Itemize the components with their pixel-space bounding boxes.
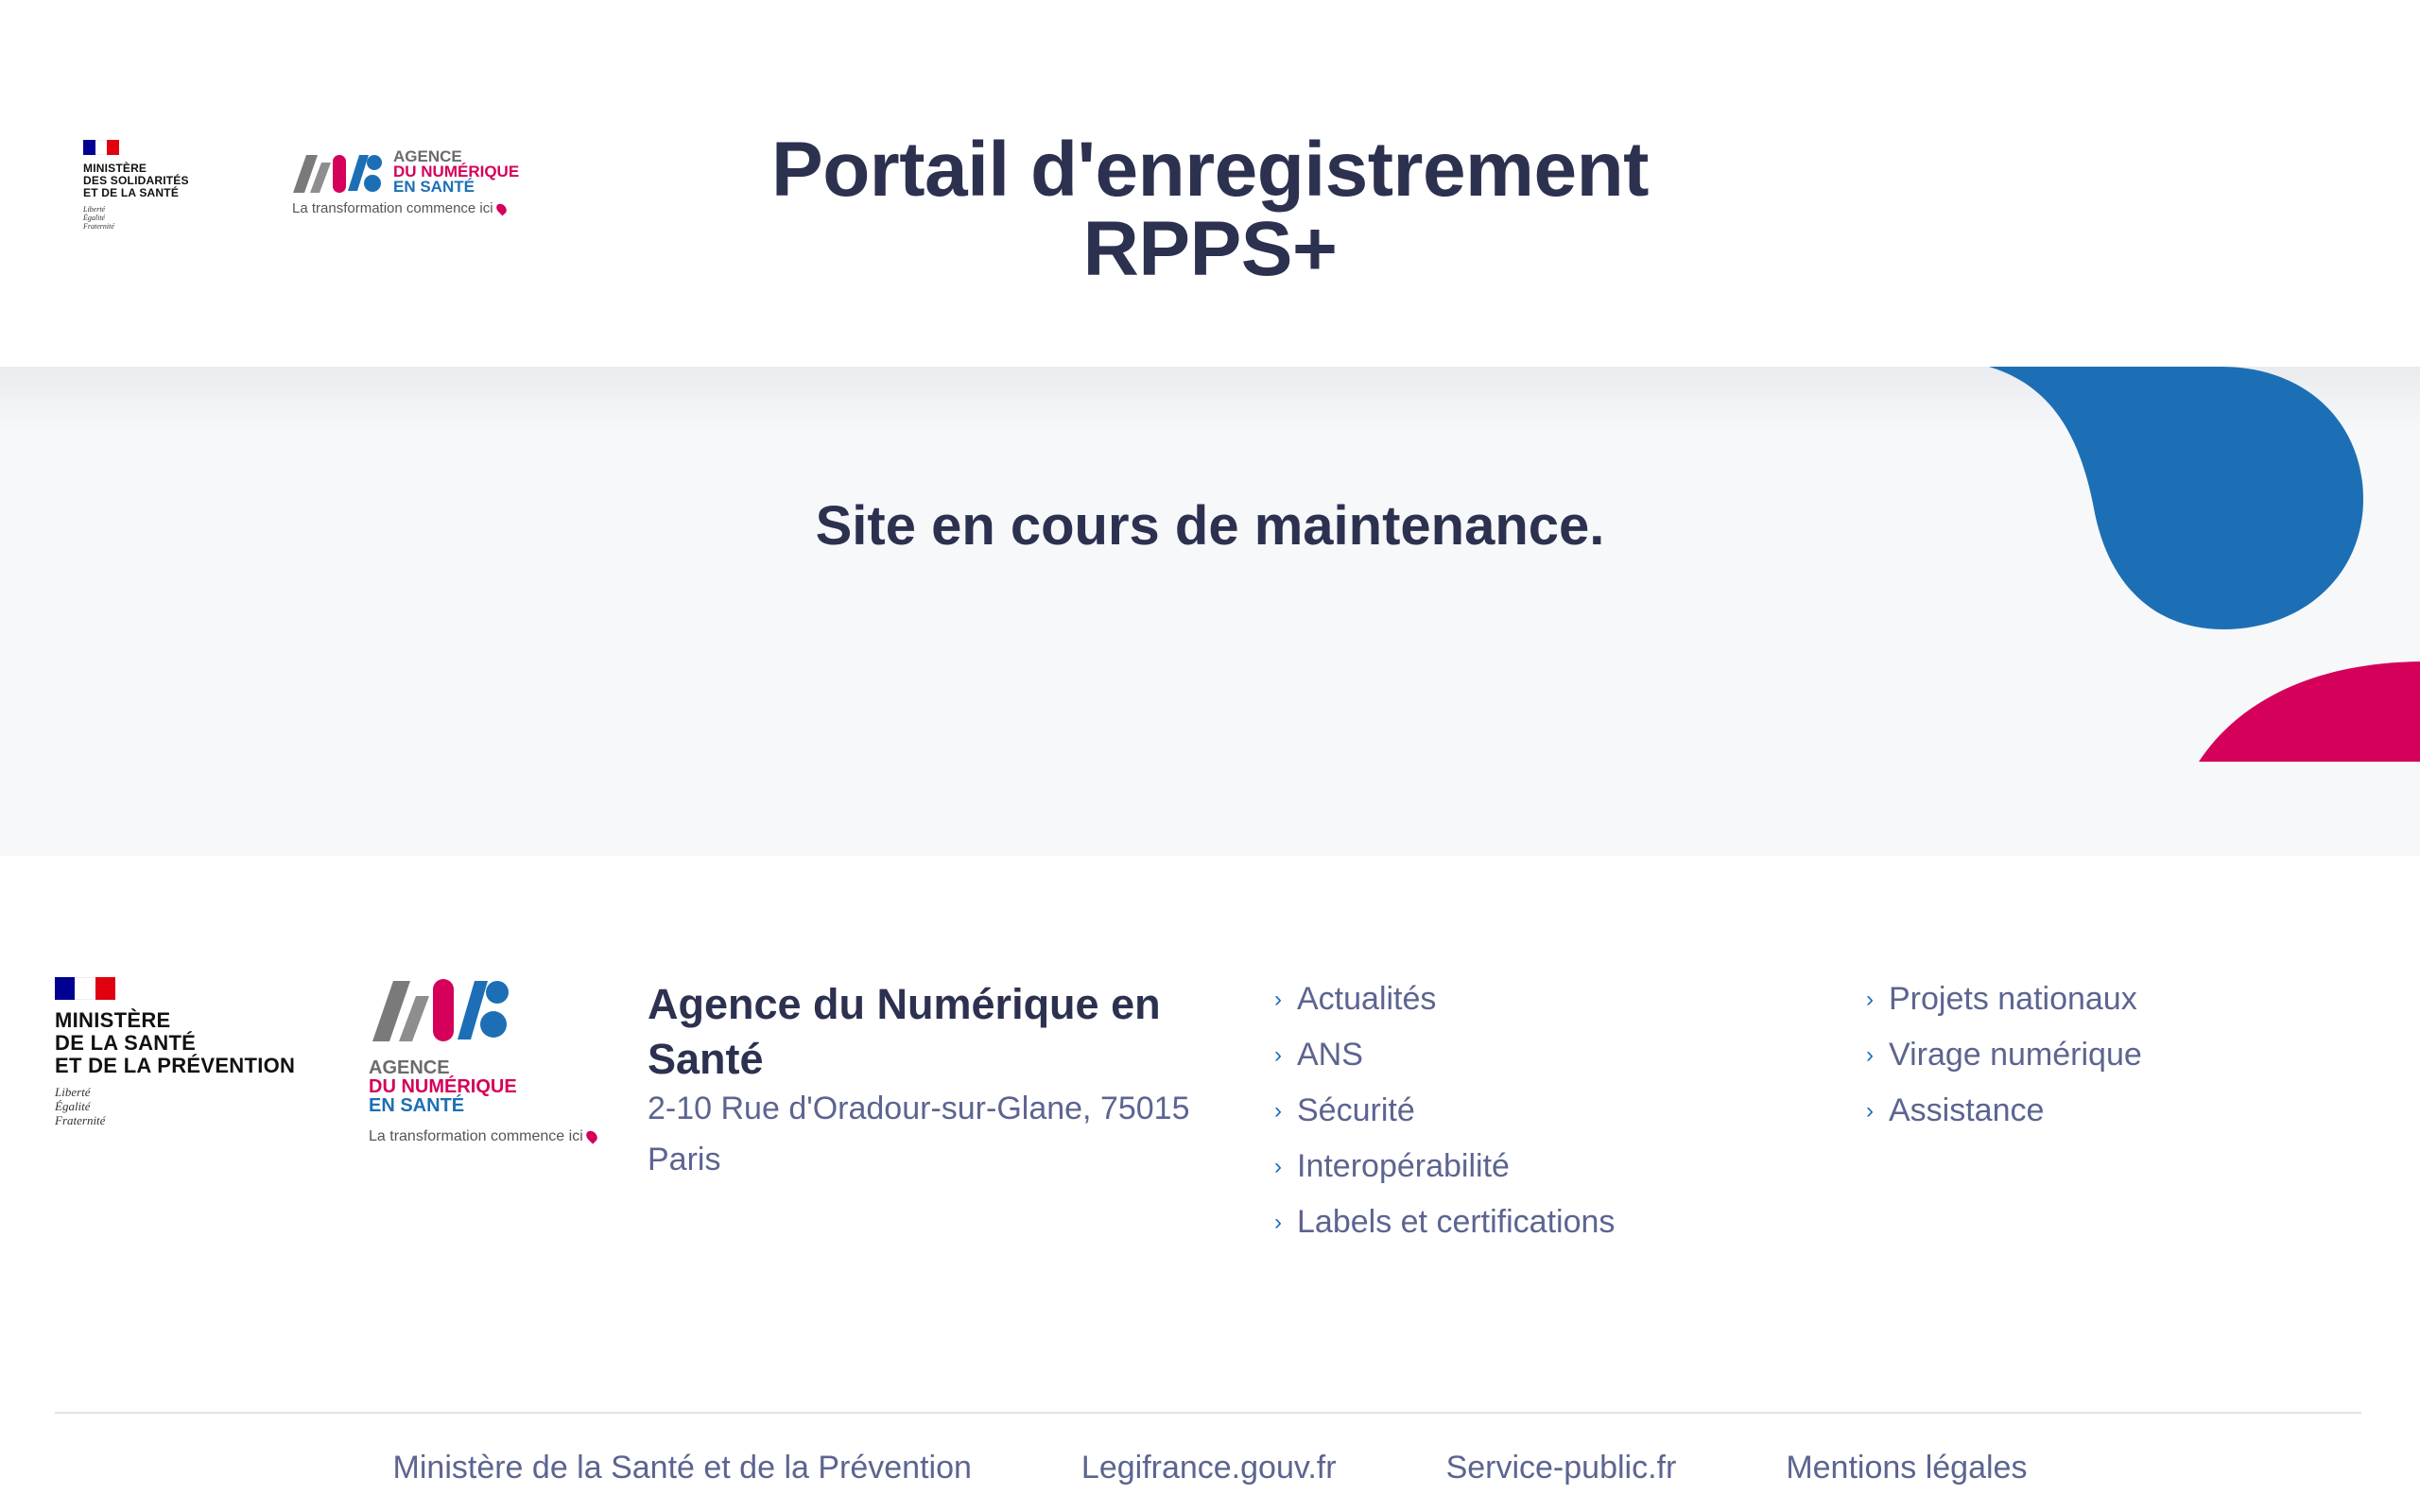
page-title: Portail d'enregistrement RPPS+: [771, 127, 1649, 292]
footer-divider: [55, 1412, 2361, 1414]
footer-link-assistance[interactable]: › Assistance: [1866, 1083, 2142, 1139]
footer-link-mentions-legales[interactable]: Mentions légales: [1786, 1450, 2027, 1486]
footer-link-virage-numerique[interactable]: › Virage numérique: [1866, 1027, 2142, 1083]
footer-link-ans[interactable]: › ANS: [1274, 1027, 1615, 1083]
footer-link-service-public[interactable]: Service-public.fr: [1446, 1450, 1677, 1486]
footer-ministry-logo[interactable]: MINISTÈRE DE LA SANTÉ ET DE LA PRÉVENTIO…: [55, 977, 338, 1127]
agency-address: 2-10 Rue d'Oradour-sur-Glane, 75015 Pari…: [648, 1091, 1190, 1177]
chevron-right-icon: ›: [1274, 1098, 1282, 1124]
pin-icon: [493, 201, 509, 216]
footer-link-actualites[interactable]: › Actualités: [1274, 971, 1615, 1027]
footer-links-column-2: › Projets nationaux › Virage numérique › As…: [1866, 971, 2142, 1139]
chevron-right-icon: ›: [1274, 987, 1282, 1012]
footer-link-labels-certifications[interactable]: › Labels et certifications: [1274, 1194, 1615, 1250]
chevron-right-icon: ›: [1866, 1042, 1874, 1068]
pin-icon: [583, 1128, 599, 1144]
ans-wordmark: AGENCE DU NUMÉRIQUE EN SANTÉ: [393, 147, 520, 196]
ministry-name: MINISTÈRE DES SOLIDARITÉS ET DE LA SANTÉ: [83, 162, 189, 199]
footer-ans-wordmark: AGENCE DU NUMÉRIQUE EN SANTÉ: [369, 1057, 517, 1116]
footer-ans-logo[interactable]: AGENCE DU NUMÉRIQUE EN SANTÉ La transfor…: [367, 975, 599, 1144]
maintenance-section: Site en cours de maintenance.: [0, 367, 2420, 856]
footer-ans-tagline: La transformation commence ici: [369, 1128, 599, 1145]
footer-link-ministere[interactable]: Ministère de la Santé et de la Préventio…: [393, 1450, 972, 1486]
chevron-right-icon: ›: [1274, 1154, 1282, 1179]
ans-logo[interactable]: AGENCE DU NUMÉRIQUE EN SANTÉ La transfor…: [289, 146, 535, 221]
footer-ministry-name: MINISTÈRE DE LA SANTÉ ET DE LA PRÉVENTIO…: [55, 1008, 296, 1077]
chevron-right-icon: ›: [1866, 987, 1874, 1012]
footer-bottom-links: Ministère de la Santé et de la Préventio…: [0, 1450, 2420, 1486]
site-header: MINISTÈRE DES SOLIDARITÉS ET DE LA SANTÉ…: [0, 0, 2420, 367]
ans-mark-icon: [372, 979, 509, 1041]
footer-link-interoperabilite[interactable]: › Interopérabilité: [1274, 1139, 1615, 1194]
agency-name: Agence du Numérique en Santé: [648, 980, 1161, 1083]
site-footer: MINISTÈRE DE LA SANTÉ ET DE LA PRÉVENTIO…: [0, 856, 2420, 1512]
ministry-motto: Liberté Égalité Fraternité: [83, 205, 114, 231]
footer-link-projets-nationaux[interactable]: › Projets nationaux: [1866, 971, 2142, 1027]
french-flag-icon: [55, 977, 115, 1000]
ministry-logo[interactable]: MINISTÈRE DES SOLIDARITÉS ET DE LA SANTÉ…: [83, 140, 216, 231]
footer-link-securite[interactable]: › Sécurité: [1274, 1083, 1615, 1139]
footer-link-legifrance[interactable]: Legifrance.gouv.fr: [1081, 1450, 1337, 1486]
ans-mark-icon: [293, 155, 382, 193]
decorative-shapes: [1989, 367, 2420, 762]
footer-links-column-1: › Actualités › ANS › Sécurité › Interopérabi…: [1274, 971, 1615, 1250]
chevron-right-icon: ›: [1274, 1210, 1282, 1235]
chevron-right-icon: ›: [1274, 1042, 1282, 1068]
footer-ministry-motto: Liberté Égalité Fraternité: [55, 1085, 106, 1127]
maintenance-message: Site en cours de maintenance.: [815, 495, 1605, 557]
chevron-right-icon: ›: [1866, 1098, 1874, 1124]
ans-tagline: La transformation commence ici: [292, 200, 509, 216]
french-flag-icon: [83, 140, 120, 155]
